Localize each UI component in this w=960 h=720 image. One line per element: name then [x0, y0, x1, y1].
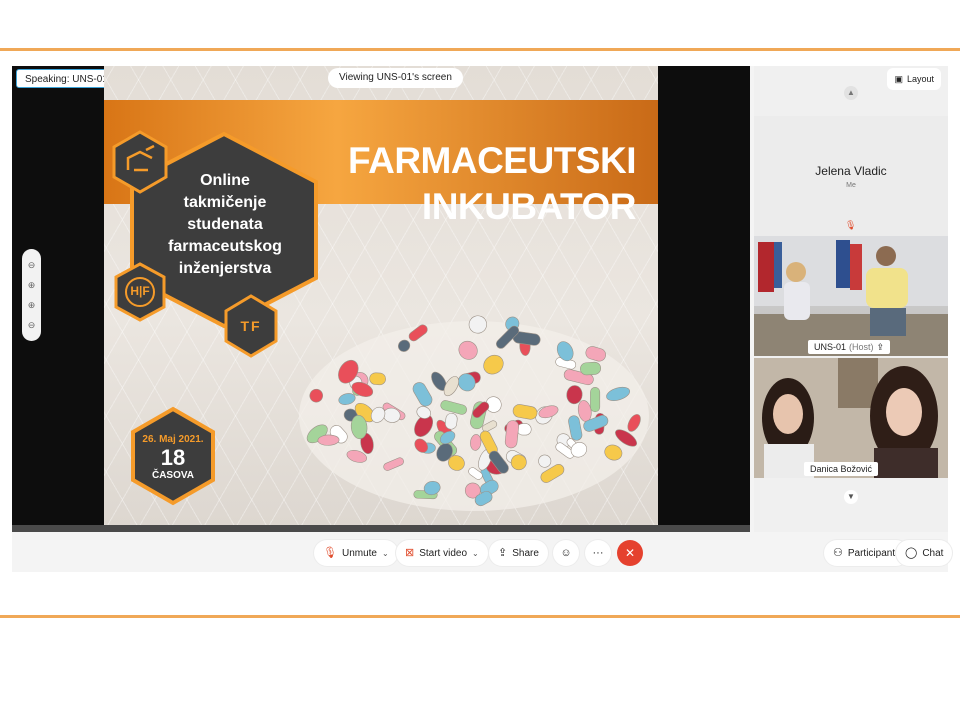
- host-name-tag: UNS-01 (Host) ⇪: [808, 340, 891, 354]
- more-options-button[interactable]: ···: [585, 540, 611, 566]
- self-name: Jelena Vladic: [815, 164, 887, 178]
- stage-bottom-bar: [12, 525, 750, 532]
- zoom-reset-icon[interactable]: ⊖: [28, 320, 36, 330]
- slide-title-line2: INKUBATOR: [421, 186, 637, 227]
- tf-logo-hexagon: TF: [224, 294, 278, 358]
- icon-hexagon-top: [112, 130, 168, 194]
- pill: [516, 423, 532, 436]
- meeting-window: Speaking: UNS-01 (Host) Viewing UNS-01's…: [12, 66, 953, 572]
- share-icon: ⇪: [498, 546, 508, 559]
- pill: [369, 372, 386, 386]
- zoom-fit-icon[interactable]: ⊕: [28, 280, 36, 290]
- share-indicator-icon: ⇪: [876, 342, 885, 352]
- unmute-button[interactable]: 🎙︎ Unmute ⌄: [314, 540, 398, 566]
- zoom-controls: ⊖ ⊕ ⊕ ⊖: [22, 249, 41, 341]
- tf-logo: TF: [240, 318, 262, 334]
- leave-meeting-button[interactable]: ✕: [617, 540, 643, 566]
- layout-icon: ▣: [894, 74, 903, 84]
- close-icon: ✕: [624, 546, 636, 560]
- zoom-in-icon[interactable]: ⊕: [28, 300, 36, 310]
- host-role: (Host): [849, 342, 874, 352]
- text-line: farmaceutskog: [168, 238, 282, 255]
- text-line: takmičenje: [183, 194, 267, 211]
- chat-label: Chat: [922, 547, 944, 559]
- participants-video-panel: ▣ Layout ▲ Jelena Vladic Me 🎙︎ UNS-01 (H…: [754, 66, 948, 532]
- event-hour-unit: ČASOVA: [151, 470, 195, 481]
- presentation-slide: FARMACEUTSKI INKUBATOR Online takmičenje…: [104, 66, 658, 525]
- event-hour: 18: [160, 445, 186, 470]
- smiley-icon: ☺: [560, 546, 572, 559]
- host-name: UNS-01: [814, 342, 847, 352]
- hf-logo: H|F: [130, 284, 150, 298]
- muted-mic-icon: 🎙︎: [323, 546, 337, 559]
- event-day: 26. Maj: [142, 434, 176, 445]
- chat-bubble-icon: ◯: [905, 546, 918, 559]
- pill: [580, 361, 601, 376]
- meeting-toolbar: 🎙︎ Unmute ⌄ ⊠ Start video ⌄ ⇪ Share ☺ ··…: [12, 532, 953, 572]
- chevron-down-icon[interactable]: ⌄: [382, 549, 389, 558]
- guest-video-tile[interactable]: Danica Božović: [754, 358, 948, 478]
- start-video-label: Start video: [419, 547, 468, 559]
- more-icon: ···: [592, 546, 604, 559]
- layout-label: Layout: [906, 74, 934, 84]
- scroll-down-icon[interactable]: ▼: [844, 490, 858, 504]
- self-label: Me: [846, 182, 856, 189]
- chevron-down-icon[interactable]: ⌄: [472, 549, 479, 558]
- scroll-up-icon[interactable]: ▲: [844, 86, 858, 100]
- host-video: [754, 236, 948, 356]
- event-date: 26. Maj 2021.: [130, 434, 216, 445]
- text-line: Online: [200, 172, 250, 189]
- slide-bottom-rule: [0, 615, 960, 618]
- participants-label: Participants: [847, 547, 901, 559]
- layout-button[interactable]: ▣ Layout: [887, 68, 941, 90]
- person-icon: ⚇: [833, 546, 843, 559]
- share-label: Share: [512, 547, 539, 559]
- reactions-button[interactable]: ☺: [553, 540, 579, 566]
- event-year: 2021.: [178, 434, 204, 445]
- zoom-out-icon[interactable]: ⊖: [28, 260, 36, 270]
- share-button[interactable]: ⇪ Share: [489, 540, 548, 566]
- chat-button[interactable]: ◯ Chat: [896, 540, 953, 566]
- viewing-screen-label: Viewing UNS-01's screen: [328, 68, 463, 88]
- start-video-button[interactable]: ⊠ Start video ⌄: [396, 540, 488, 566]
- hf-logo-hexagon: H|F: [114, 262, 166, 322]
- guest-name-tag: Danica Božović: [804, 462, 879, 476]
- unmute-label: Unmute: [341, 547, 377, 559]
- slide-title-line1: FARMACEUTSKI: [348, 140, 636, 181]
- pill: [590, 387, 601, 413]
- text-line: inženjerstva: [178, 260, 272, 277]
- pills-illustration: [299, 315, 649, 511]
- muted-mic-icon: 🎙︎: [845, 220, 857, 230]
- shared-screen-area: Speaking: UNS-01 (Host) Viewing UNS-01's…: [12, 66, 750, 532]
- slide-top-rule: [0, 48, 960, 51]
- text-line: studenata: [187, 216, 263, 233]
- video-off-icon: ⊠: [405, 546, 415, 559]
- slide-title: FARMACEUTSKI INKUBATOR: [336, 138, 636, 230]
- guest-video: [754, 358, 948, 478]
- competition-text: Online takmičenje studenata farmaceutsko…: [160, 170, 290, 280]
- self-tile: Jelena Vladic Me 🎙︎: [754, 116, 948, 236]
- host-video-tile[interactable]: UNS-01 (Host) ⇪: [754, 236, 948, 356]
- date-hexagon: 26. Maj 2021. 18 ČASOVA: [130, 406, 216, 506]
